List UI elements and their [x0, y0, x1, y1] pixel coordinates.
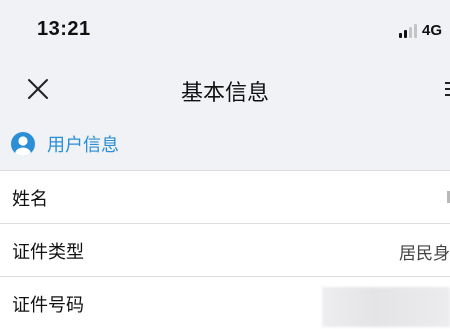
signal-bar — [413, 24, 417, 38]
id-type-label: 证件类型 — [12, 242, 84, 263]
name-label: 姓名 — [12, 189, 48, 210]
signal-bar — [403, 30, 407, 38]
user-info-section-header: 用户信息 — [0, 118, 450, 170]
navigation-bar: 基本信息 — [0, 60, 450, 118]
signal-bar — [398, 33, 402, 38]
id-type-value[interactable]: 居民身 — [399, 239, 450, 264]
redacted-id-number — [322, 287, 450, 327]
form-row-id-number[interactable]: 证件号码 — [0, 276, 450, 329]
section-title: 用户信息 — [47, 135, 119, 156]
signal-bars-icon — [397, 22, 417, 38]
user-icon — [11, 132, 35, 156]
status-time: 13:21 — [37, 18, 91, 40]
more-icon[interactable] — [444, 77, 450, 101]
signal-bar — [408, 27, 412, 38]
form-row-id-type[interactable]: 证件类型 居民身 — [0, 223, 450, 276]
form-row-name[interactable]: 姓名 — [0, 170, 450, 223]
page-title: 基本信息 — [180, 81, 269, 106]
network-type-label: 4G — [421, 21, 442, 39]
status-indicators: 4G — [397, 20, 442, 40]
status-bar: 13:21 4G — [0, 0, 450, 60]
id-number-label: 证件号码 — [12, 295, 84, 316]
